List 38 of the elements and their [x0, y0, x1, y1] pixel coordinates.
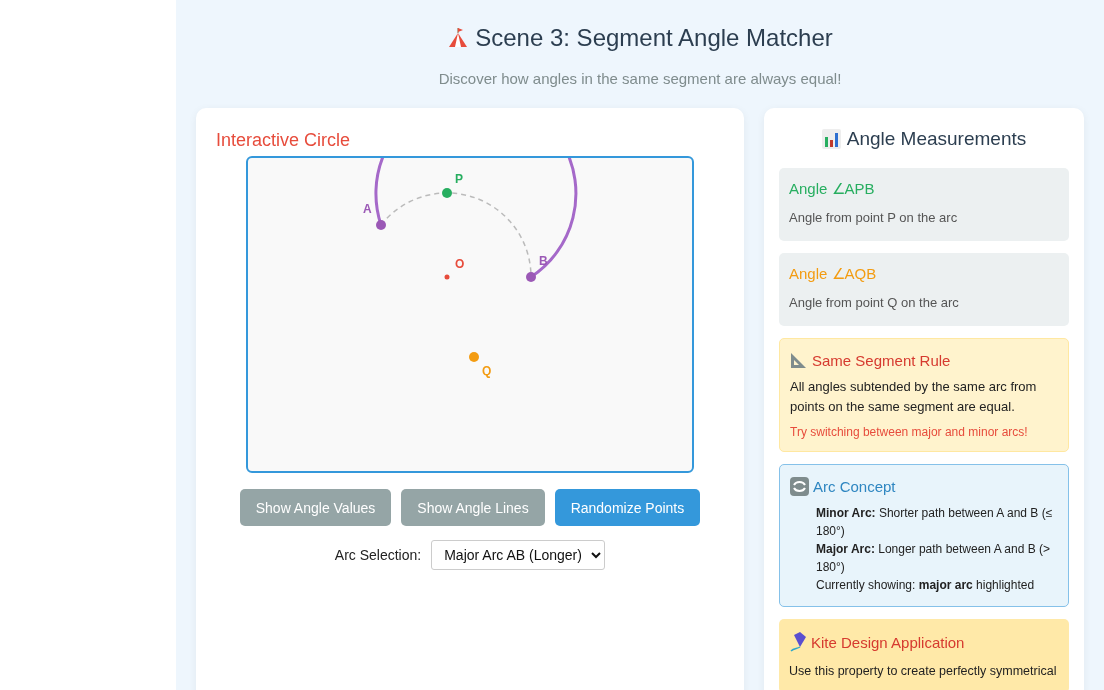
arc-selection-label: Arc Selection:: [334, 547, 422, 563]
cycle-arrows-icon: [790, 477, 809, 496]
action-button[interactable]: Randomize Points: [554, 489, 701, 526]
card-title: Same Segment Rule: [812, 351, 951, 369]
action-button[interactable]: Show Angle Lines: [401, 489, 545, 526]
rule-text: All angles subtended by the same arc from points on the same segment are equal.: [790, 378, 1038, 416]
concept-line: Currently showing: major arc highlighted: [816, 577, 1036, 594]
angle-description: Angle from point P on the arc: [789, 210, 959, 225]
angle-title: Angle ∠APB: [789, 180, 876, 198]
angle-description: Angle from point Q on the arc: [789, 295, 960, 310]
angle-title: Angle ∠AQB: [789, 265, 878, 283]
point-dot[interactable]: [376, 220, 386, 230]
tent-icon: [447, 27, 470, 49]
kite-icon: [789, 631, 807, 653]
point-dot[interactable]: [444, 274, 450, 280]
panel-title: Interactive Circle: [216, 130, 352, 151]
arc-selection-dropdown[interactable]: Major Arc AB (Longer): [431, 540, 606, 570]
card-title: Arc Concept: [813, 478, 896, 495]
concept-line: Minor Arc: Shorter path between A and B (≤ 180°): [816, 505, 1054, 540]
circle-canvas[interactable]: A P O B Q: [246, 156, 694, 473]
panel-title: Angle Measurements: [846, 128, 1027, 150]
point-dot[interactable]: [469, 352, 479, 362]
concept-line: Major Arc: Longer path between A and B (> 180°): [816, 541, 1052, 576]
page-subtitle: Discover how angles in the same segment are always equal!: [438, 70, 842, 87]
point-label: O: [455, 257, 465, 271]
rule-hint: Try switching between major and minor arcs!: [790, 425, 1029, 439]
triangle-ruler-icon: [790, 351, 808, 369]
card-title: Kite Design Application: [811, 633, 965, 651]
point-label: Q: [482, 364, 492, 378]
point-label: A: [363, 202, 372, 216]
point-dot[interactable]: [442, 188, 452, 198]
point-label: P: [455, 172, 463, 186]
page-title: Scene 3: Segment Angle Matcher: [475, 24, 833, 52]
point-dot[interactable]: [526, 272, 536, 282]
point-label: B: [539, 254, 548, 268]
application-text: Use this property to create perfectly symmetrical: [789, 663, 1058, 680]
action-button[interactable]: Show Angle Values: [239, 489, 392, 526]
bar-chart-icon: [821, 129, 841, 149]
